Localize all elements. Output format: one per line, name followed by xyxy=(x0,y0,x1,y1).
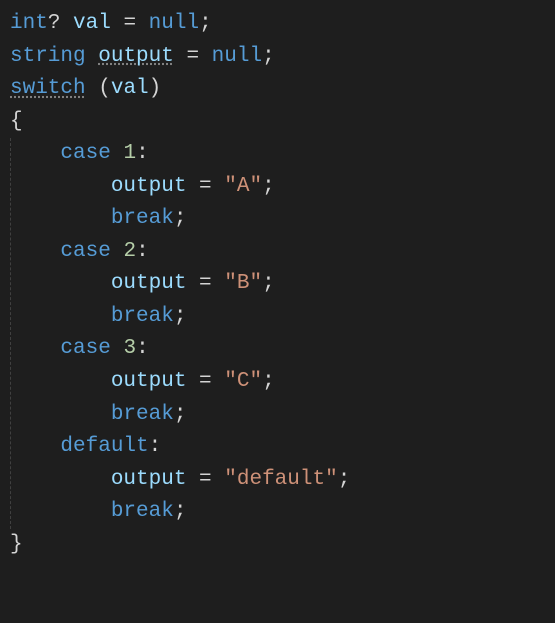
keyword-int: int xyxy=(10,12,48,35)
string-A: "A" xyxy=(224,175,262,198)
keyword-break: break xyxy=(111,500,174,523)
string-default: "default" xyxy=(224,468,337,491)
keyword-break: break xyxy=(111,207,174,230)
keyword-case: case xyxy=(60,240,110,263)
case-3-assign: output = "C"; xyxy=(10,366,545,399)
code-line-1: int? val = null; xyxy=(10,8,545,41)
case-1-assign: output = "A"; xyxy=(10,171,545,204)
keyword-break: break xyxy=(111,305,174,328)
identifier-output: output xyxy=(111,370,187,393)
identifier-output: output xyxy=(98,45,174,68)
identifier-output: output xyxy=(111,175,187,198)
string-B: "B" xyxy=(224,272,262,295)
open-brace: { xyxy=(10,106,545,139)
keyword-switch: switch xyxy=(10,77,86,100)
code-block: int? val = null; string output = null; s… xyxy=(10,8,545,561)
case-2-break: break; xyxy=(10,301,545,334)
default-assign: output = "default"; xyxy=(10,464,545,497)
case-3: case 3: xyxy=(10,333,545,366)
code-line-3: switch (val) xyxy=(10,73,545,106)
keyword-string: string xyxy=(10,45,86,68)
nullable-qmark: ? xyxy=(48,12,61,35)
identifier-output: output xyxy=(111,468,187,491)
case-1: case 1: xyxy=(10,138,545,171)
string-C: "C" xyxy=(224,370,262,393)
switch-body: case 1: output = "A"; break; case 2: out… xyxy=(10,138,545,529)
identifier-val: val xyxy=(111,77,149,100)
default-case: default: xyxy=(10,431,545,464)
identifier-output: output xyxy=(111,272,187,295)
code-line-2: string output = null; xyxy=(10,41,545,74)
close-brace: } xyxy=(10,529,545,562)
default-break: break; xyxy=(10,496,545,529)
identifier-val: val xyxy=(73,12,111,35)
keyword-break: break xyxy=(111,403,174,426)
keyword-null: null xyxy=(212,45,262,68)
literal-1: 1 xyxy=(123,142,136,165)
case-1-break: break; xyxy=(10,203,545,236)
case-2-assign: output = "B"; xyxy=(10,268,545,301)
keyword-default: default xyxy=(60,435,148,458)
literal-2: 2 xyxy=(123,240,136,263)
case-2: case 2: xyxy=(10,236,545,269)
literal-3: 3 xyxy=(123,337,136,360)
case-3-break: break; xyxy=(10,399,545,432)
keyword-case: case xyxy=(60,142,110,165)
keyword-null: null xyxy=(149,12,199,35)
keyword-case: case xyxy=(60,337,110,360)
